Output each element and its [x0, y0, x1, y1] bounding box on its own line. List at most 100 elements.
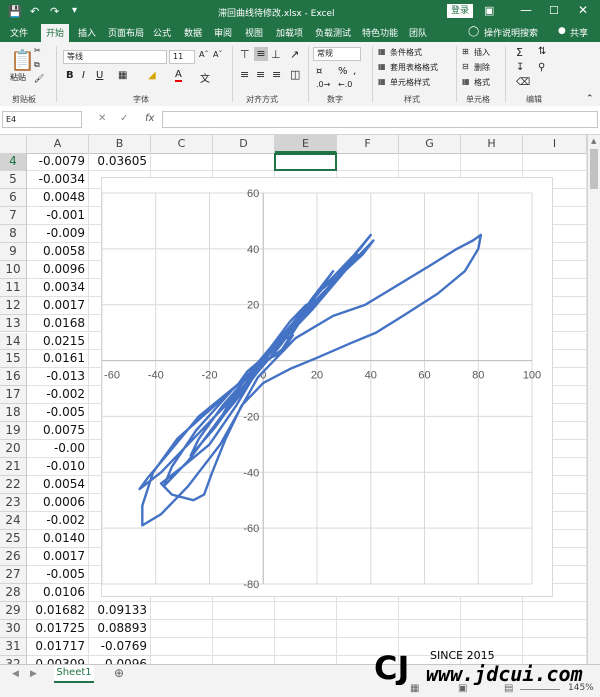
row-header[interactable]: 14 [0, 332, 27, 351]
tab-features[interactable]: 特色功能 [362, 26, 398, 39]
find-icon[interactable]: ⚲ [538, 62, 545, 73]
share-button[interactable]: 共享 [570, 26, 588, 39]
row-header[interactable]: 7 [0, 206, 27, 225]
sort-filter-icon[interactable]: ⇅ [538, 46, 546, 57]
cell[interactable] [275, 601, 337, 620]
row-header[interactable]: 12 [0, 296, 27, 315]
row-header[interactable]: 28 [0, 583, 27, 602]
cell-b[interactable]: 0.03605 [89, 153, 151, 171]
cell[interactable] [213, 637, 275, 656]
cell-a[interactable]: 0.0075 [27, 422, 89, 441]
row-header[interactable]: 11 [0, 278, 27, 297]
row-header[interactable]: 4 [0, 153, 27, 171]
column-header[interactable]: H [461, 135, 523, 153]
cell[interactable] [461, 153, 523, 171]
row-header[interactable]: 13 [0, 314, 27, 333]
cell-a[interactable]: 0.0058 [27, 242, 89, 261]
table-format-button[interactable]: 套用表格格式 [390, 62, 438, 73]
italic-icon[interactable]: I [82, 70, 85, 81]
cell-a[interactable]: -0.005 [27, 404, 89, 423]
bold-icon[interactable]: B [66, 70, 74, 81]
cell-a[interactable]: -0.0034 [27, 170, 89, 189]
hysteresis-chart[interactable]: -60 -40 -20 0 20 40 60 80 100 -80 -60 -40 -20 20 40 60 [101, 177, 553, 597]
row-header[interactable]: 10 [0, 260, 27, 279]
autosum-icon[interactable]: Σ [516, 46, 523, 59]
grow-font-icon[interactable]: Aˆ [199, 50, 208, 59]
font-color-icon[interactable]: A [175, 69, 182, 82]
cell-a[interactable]: 0.01682 [27, 601, 89, 620]
cell[interactable] [461, 601, 523, 620]
cell[interactable] [337, 619, 399, 638]
login-button[interactable]: 登录 [447, 4, 473, 18]
fill-icon[interactable]: ↧ [516, 62, 524, 73]
minimize-icon[interactable]: — [520, 3, 532, 17]
select-all-corner[interactable] [0, 135, 27, 153]
row-header[interactable]: 24 [0, 512, 27, 530]
cell[interactable] [523, 601, 587, 620]
cell-b[interactable]: 0.09133 [89, 601, 151, 620]
number-format-select[interactable]: 常规 [313, 47, 361, 61]
cell-a[interactable]: 0.0096 [27, 260, 89, 279]
cell[interactable] [151, 153, 213, 171]
cell-b[interactable]: -0.0769 [89, 637, 151, 656]
tab-review[interactable]: 审阅 [214, 26, 232, 39]
align-center-icon[interactable]: ≡ [256, 68, 265, 81]
align-middle-icon[interactable]: ≡ [254, 47, 268, 61]
collapse-ribbon-icon[interactable]: ⌃ [586, 94, 594, 104]
copy-icon[interactable]: ⧉ [34, 60, 40, 70]
tab-file[interactable]: 文件 [10, 26, 28, 39]
tab-formulas[interactable]: 公式 [153, 26, 171, 39]
delete-button[interactable]: 删除 [474, 62, 490, 73]
cell-a[interactable]: 0.0017 [27, 296, 89, 315]
underline-icon[interactable]: U [96, 70, 103, 81]
paste-button[interactable]: 粘贴 [10, 72, 26, 83]
tab-insert[interactable]: 插入 [78, 26, 96, 39]
cell-a[interactable]: 0.0048 [27, 188, 89, 207]
column-header[interactable]: A [27, 135, 89, 153]
align-bottom-icon[interactable]: ⊥ [271, 48, 281, 61]
format-painter-icon[interactable]: 🖌 [34, 74, 44, 83]
row-header[interactable]: 6 [0, 188, 27, 207]
decrease-decimal-icon[interactable]: ←.0 [338, 80, 352, 89]
clear-icon[interactable]: ⌫ [516, 77, 530, 88]
cell[interactable] [523, 153, 587, 171]
cell[interactable] [151, 601, 213, 620]
tab-team[interactable]: 团队 [409, 26, 427, 39]
phonetic-icon[interactable]: 文 [200, 70, 210, 85]
column-header[interactable]: I [523, 135, 587, 153]
cell-a[interactable]: 0.0106 [27, 583, 89, 602]
sheet-tab-sheet1[interactable]: Sheet1 [54, 665, 94, 683]
cell[interactable] [275, 619, 337, 638]
cell-a[interactable]: 0.0215 [27, 332, 89, 351]
align-left-icon[interactable]: ≡ [240, 68, 249, 81]
save-icon[interactable]: 💾 [8, 5, 22, 18]
add-sheet-icon[interactable]: ⊕ [114, 666, 124, 680]
format-button[interactable]: 格式 [474, 77, 490, 88]
shrink-font-icon[interactable]: Aˇ [213, 50, 222, 59]
row-header[interactable]: 9 [0, 242, 27, 261]
fill-color-icon[interactable]: ◢ [148, 70, 156, 81]
cell[interactable] [399, 619, 461, 638]
tab-view[interactable]: 视图 [245, 26, 263, 39]
cell-a[interactable]: 0.0168 [27, 314, 89, 333]
row-header[interactable]: 31 [0, 637, 27, 656]
cell-a[interactable]: 0.0140 [27, 529, 89, 548]
merge-icon[interactable]: ◫ [290, 68, 300, 81]
row-header[interactable]: 26 [0, 547, 27, 566]
cell[interactable] [213, 619, 275, 638]
row-header[interactable]: 19 [0, 422, 27, 441]
vertical-scrollbar[interactable]: ▲ [587, 135, 600, 664]
cell[interactable] [337, 153, 399, 171]
row-header[interactable]: 20 [0, 440, 27, 459]
cell[interactable] [151, 637, 213, 656]
name-box[interactable]: E4 [2, 111, 82, 128]
close-icon[interactable]: ✕ [578, 3, 588, 17]
row-header[interactable]: 16 [0, 368, 27, 387]
cell[interactable] [461, 619, 523, 638]
enter-icon[interactable]: ✓ [120, 113, 128, 124]
cell-a[interactable]: -0.0079 [27, 153, 89, 171]
maximize-icon[interactable]: ☐ [549, 4, 559, 17]
comma-icon[interactable]: , [353, 66, 356, 77]
align-top-icon[interactable]: ⊤ [240, 48, 250, 61]
cell[interactable] [337, 601, 399, 620]
